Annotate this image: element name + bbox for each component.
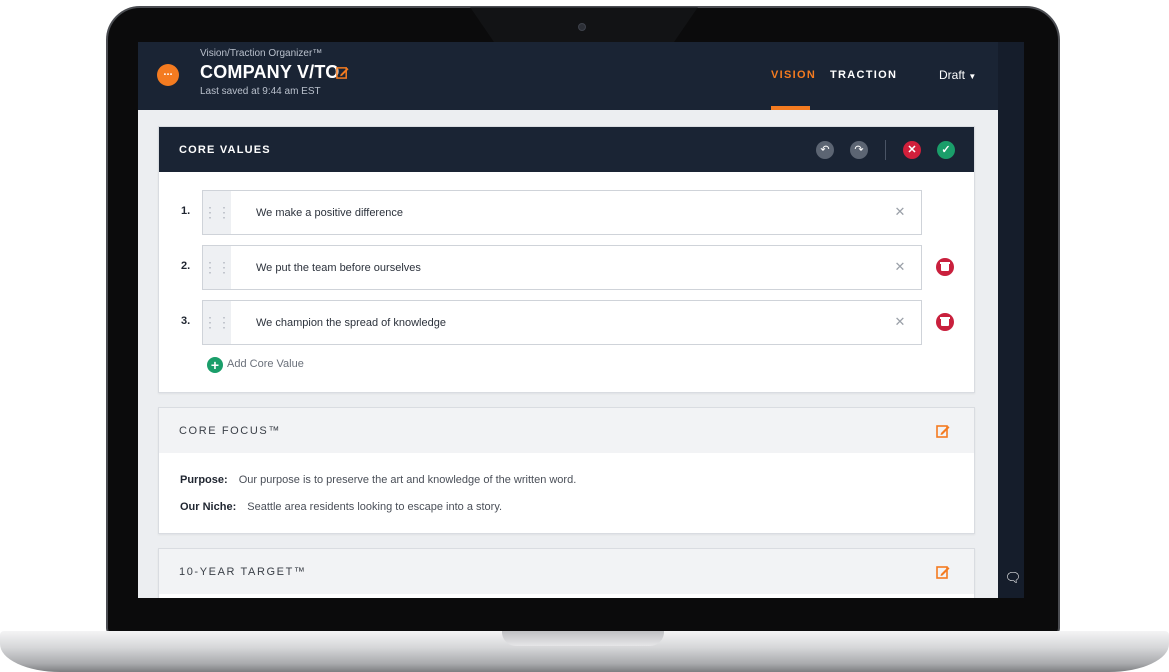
drag-handle-icon[interactable]: ⋮⋮ (203, 191, 231, 234)
niche-text: Seattle area residents looking to escape… (247, 501, 503, 513)
undo-icon[interactable]: ↶ (816, 141, 834, 159)
add-core-value-label: Add Core Value (227, 358, 304, 370)
check-icon[interactable]: ✓ (937, 141, 955, 159)
core-values-title: CORE VALUES (179, 144, 271, 156)
core-value-row: 2. ⋮⋮ ✕ (159, 245, 974, 290)
status-dropdown-label: Draft (939, 68, 966, 82)
core-value-box: ⋮⋮ ✕ (202, 245, 922, 290)
edit-icon[interactable] (936, 565, 950, 579)
ten-year-target-title: 10-YEAR TARGET™ (179, 566, 307, 578)
niche-line: Our Niche: Seattle area residents lookin… (180, 501, 502, 513)
core-value-number: 3. (181, 315, 191, 327)
edit-icon[interactable] (936, 424, 950, 438)
clear-icon[interactable]: ✕ (893, 204, 907, 220)
core-value-number: 1. (181, 205, 191, 217)
drag-handle-icon[interactable]: ⋮⋮ (203, 246, 231, 289)
core-focus-panel: CORE FOCUS™ Purpose: Our purpose is to p… (158, 407, 975, 534)
active-tab-indicator (771, 106, 810, 110)
core-values-panel: CORE VALUES ↶ ↷ ✕ ✓ 1. ⋮⋮ ✕ 2. ⋮⋮ ✕ (158, 126, 975, 393)
core-value-number: 2. (181, 260, 191, 272)
core-value-box: ⋮⋮ ✕ (202, 190, 922, 235)
tab-vision[interactable]: VISION (771, 69, 816, 81)
trash-icon[interactable] (936, 313, 954, 331)
purpose-line: Purpose: Our purpose is to preserve the … (180, 474, 576, 486)
plus-icon: + (207, 357, 223, 373)
edit-icon[interactable] (336, 66, 349, 79)
screen-right-rail (998, 42, 1024, 598)
page-title: COMPANY V/TO (200, 62, 340, 82)
header-divider (885, 140, 886, 160)
app-header: ... Vision/Traction Organizer™ COMPANY V… (138, 42, 998, 110)
core-value-input[interactable] (231, 301, 881, 344)
clear-icon[interactable]: ✕ (893, 259, 907, 275)
trash-icon[interactable] (936, 258, 954, 276)
chevron-down-icon: ▼ (968, 72, 977, 81)
ten-year-target-panel: 10-YEAR TARGET™ (158, 548, 975, 598)
last-saved-text: Last saved at 9:44 am EST (200, 86, 321, 97)
drag-handle-icon[interactable]: ⋮⋮ (203, 301, 231, 344)
camera-icon (578, 23, 586, 31)
ten-year-target-header: 10-YEAR TARGET™ (159, 549, 974, 594)
core-focus-header: CORE FOCUS™ (159, 408, 974, 453)
core-focus-title: CORE FOCUS™ (179, 425, 281, 437)
purpose-text: Our purpose is to preserve the art and k… (238, 474, 577, 486)
laptop-lip (502, 631, 664, 646)
tab-traction[interactable]: TRACTION (830, 69, 897, 81)
niche-label: Our Niche: (180, 501, 237, 513)
app-screen: ... Vision/Traction Organizer™ COMPANY V… (138, 42, 998, 598)
clear-icon[interactable]: ✕ (893, 314, 907, 330)
core-value-input[interactable] (231, 191, 881, 234)
close-icon[interactable]: ✕ (903, 141, 921, 159)
menu-button[interactable]: ... (157, 64, 179, 86)
core-values-header: CORE VALUES ↶ ↷ ✕ ✓ (159, 127, 974, 172)
status-dropdown[interactable]: Draft ▼ (939, 68, 976, 82)
core-value-row: 3. ⋮⋮ ✕ (159, 300, 974, 345)
purpose-label: Purpose: (180, 474, 228, 486)
redo-icon[interactable]: ↷ (850, 141, 868, 159)
core-value-row: 1. ⋮⋮ ✕ (159, 190, 974, 235)
core-value-input[interactable] (231, 246, 881, 289)
page-supertitle: Vision/Traction Organizer™ (200, 48, 323, 59)
core-value-box: ⋮⋮ ✕ (202, 300, 922, 345)
chat-icon[interactable]: 🗨 (1004, 569, 1022, 587)
